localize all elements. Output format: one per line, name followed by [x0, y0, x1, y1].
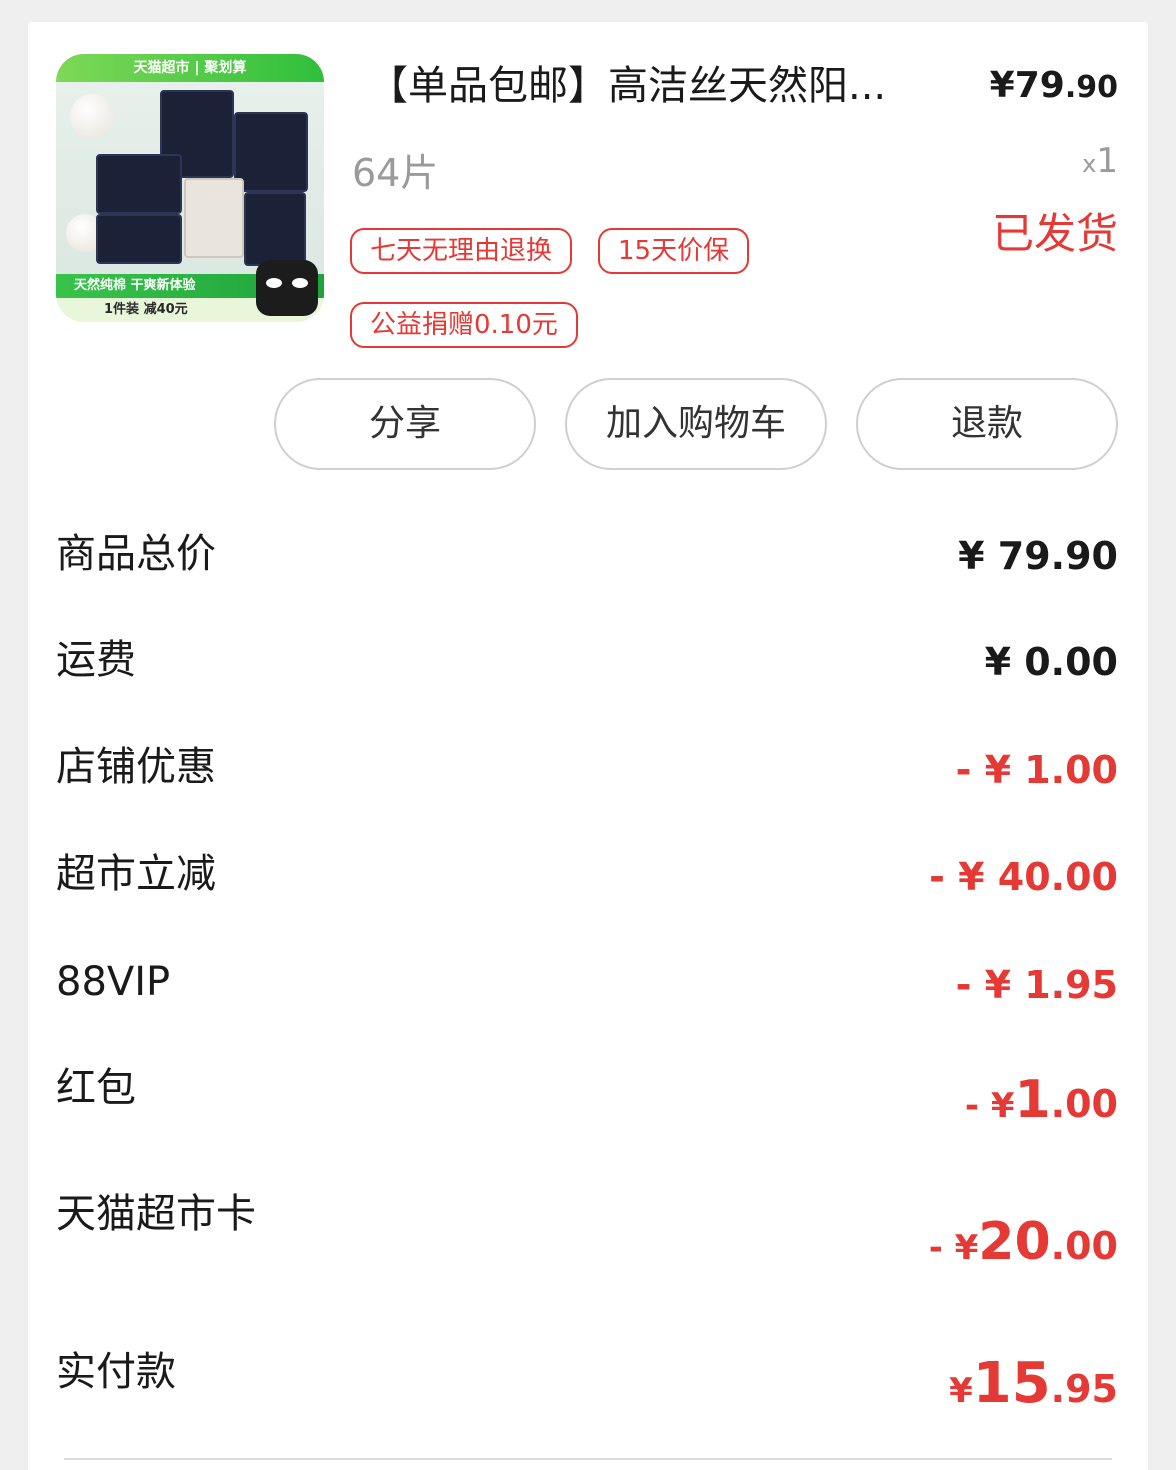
- supermarket-card-prefix: - ¥: [928, 1228, 979, 1268]
- product-pack: [96, 154, 182, 214]
- tag-seven-day-return[interactable]: 七天无理由退换: [350, 228, 573, 274]
- refund-button[interactable]: 退款: [856, 378, 1118, 470]
- tag-charity-donation[interactable]: 公益捐赠0.10元: [350, 302, 578, 348]
- product-pack: [244, 192, 306, 266]
- fee-value-red-packet: - ¥1.00: [965, 1070, 1118, 1142]
- fee-value-88vip: - ¥ 1.95: [955, 963, 1118, 1007]
- price-symbol: ¥: [989, 65, 1015, 106]
- fee-value-supermarket-discount: - ¥ 40.00: [929, 855, 1118, 899]
- order-card: 天猫超市 | 聚划算 天然纯棉 干爽新体验 1件装 减40元 【单品包邮】高洁丝…: [28, 22, 1148, 1470]
- fee-label-red-packet: 红包: [56, 1065, 136, 1111]
- fee-value-subtotal: ¥ 79.90: [958, 534, 1118, 578]
- product-price: ¥79.90: [990, 60, 1118, 114]
- product-pack: [96, 214, 182, 264]
- product-thumbnail[interactable]: 天猫超市 | 聚划算 天然纯棉 干爽新体验 1件装 减40元: [56, 54, 324, 322]
- total-integer: 15: [972, 1351, 1051, 1416]
- product-pack: [184, 178, 244, 258]
- tag-price-protection[interactable]: 15天价保: [598, 228, 750, 274]
- red-packet-prefix: - ¥: [964, 1086, 1015, 1126]
- product-title[interactable]: 【单品包邮】高洁丝天然阳...: [368, 60, 928, 112]
- bottom-divider: [64, 1458, 1112, 1460]
- tmall-cat-icon: [256, 260, 318, 316]
- fee-label-supermarket-discount: 超市立减: [56, 851, 216, 897]
- red-packet-integer: 1: [1014, 1070, 1051, 1130]
- fee-value-supermarket-card: - ¥20.00: [929, 1212, 1118, 1284]
- total-symbol: ¥: [949, 1371, 973, 1411]
- supermarket-card-integer: 20: [978, 1212, 1051, 1272]
- add-to-cart-button[interactable]: 加入购物车: [565, 378, 827, 470]
- price-decimal: .90: [1064, 70, 1118, 105]
- cotton-decoration: [70, 94, 114, 138]
- supermarket-card-decimal: .00: [1050, 1224, 1118, 1268]
- fee-value-shipping: ¥ 0.00: [984, 640, 1118, 684]
- fee-label-subtotal: 商品总价: [56, 531, 216, 577]
- share-button[interactable]: 分享: [274, 378, 536, 470]
- thumbnail-top-banner: 天猫超市 | 聚划算: [56, 54, 324, 82]
- total-paid-value: ¥15.95: [949, 1354, 1118, 1427]
- fee-value-store-discount: - ¥ 1.00: [955, 748, 1118, 792]
- product-quantity: x1: [1082, 138, 1118, 190]
- fee-label-shipping: 运费: [56, 637, 136, 683]
- red-packet-decimal: .00: [1050, 1082, 1118, 1126]
- product-spec: 64片: [352, 151, 439, 195]
- fee-label-88vip: 88VIP: [56, 959, 171, 1005]
- fee-label-supermarket-card: 天猫超市卡: [56, 1191, 256, 1237]
- quantity-prefix: x: [1082, 150, 1097, 178]
- price-integer: 79: [1014, 65, 1065, 106]
- fee-label-store-discount: 店铺优惠: [56, 744, 216, 790]
- total-decimal: .95: [1050, 1367, 1118, 1411]
- quantity-value: 1: [1096, 141, 1118, 181]
- product-pack: [234, 112, 308, 192]
- total-paid-label: 实付款: [56, 1349, 176, 1395]
- shipping-status: 已发货: [991, 209, 1118, 258]
